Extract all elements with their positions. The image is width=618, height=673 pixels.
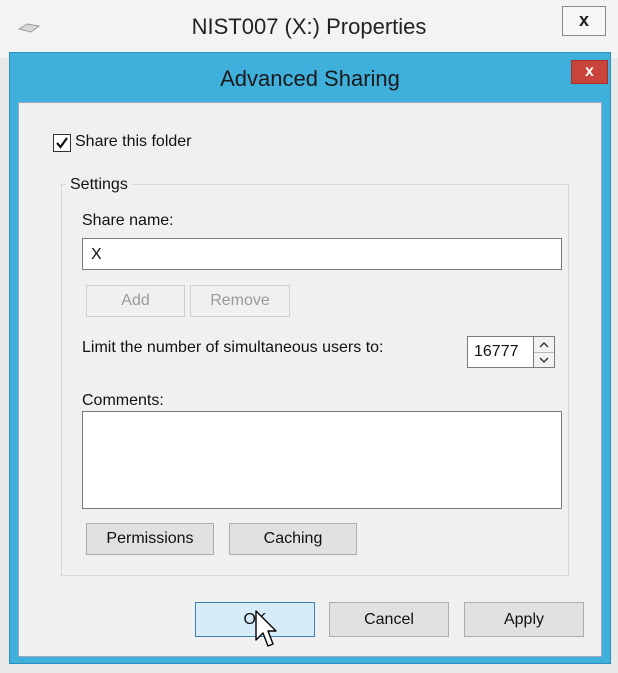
chevron-up-icon (539, 341, 549, 347)
comments-textarea[interactable] (82, 411, 562, 509)
checkmark-icon (56, 137, 68, 149)
share-folder-checkbox[interactable] (53, 134, 71, 152)
ok-button[interactable]: OK (195, 602, 315, 637)
share-folder-label[interactable]: Share this folder (75, 133, 192, 151)
properties-title: NIST007 (X:) Properties (191, 14, 427, 39)
permissions-button[interactable]: Permissions (86, 523, 214, 555)
cancel-button[interactable]: Cancel (329, 602, 449, 637)
user-limit-spinner[interactable] (533, 336, 555, 368)
properties-close-button[interactable]: x (562, 6, 606, 36)
dialog-close-button[interactable]: x (571, 60, 608, 84)
dialog-title: Advanced Sharing (220, 66, 400, 91)
settings-legend: Settings (66, 176, 132, 194)
dialog-titlebar: Advanced Sharing x (10, 53, 610, 103)
add-button[interactable]: Add (86, 285, 185, 317)
chevron-down-icon (539, 357, 549, 363)
properties-titlebar: NIST007 (X:) Properties x (0, 0, 618, 58)
user-limit-input[interactable]: 16777 (467, 336, 533, 368)
apply-button[interactable]: Apply (464, 602, 584, 637)
limit-users-label: Limit the number of simultaneous users t… (82, 339, 384, 356)
share-name-label: Share name: (82, 212, 174, 229)
comments-label: Comments: (82, 392, 164, 409)
spin-down-button[interactable] (534, 352, 554, 367)
share-name-input[interactable]: X (82, 238, 562, 270)
caching-button[interactable]: Caching (229, 523, 357, 555)
spin-up-button[interactable] (534, 337, 554, 353)
remove-button[interactable]: Remove (190, 285, 290, 317)
